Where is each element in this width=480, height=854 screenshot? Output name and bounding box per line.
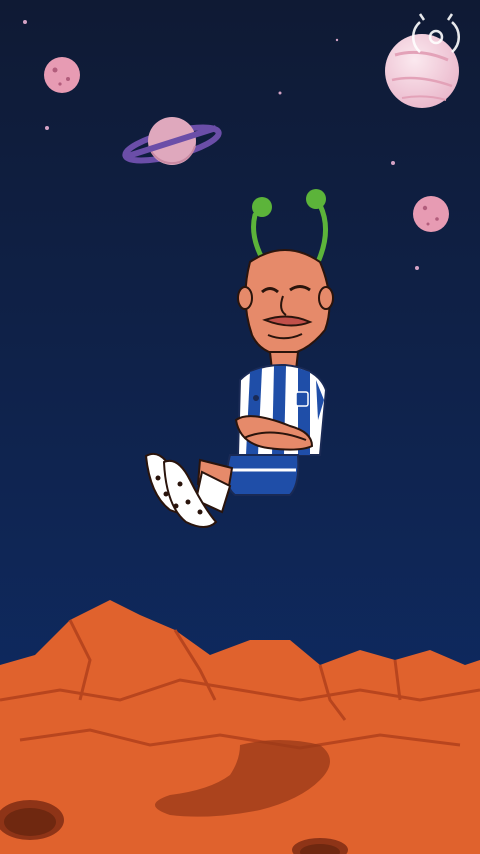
scene-canvas <box>0 0 480 854</box>
pink-planet-small <box>44 57 80 93</box>
pink-planet-right <box>413 196 449 232</box>
pale-moon <box>385 34 459 108</box>
cartoon-scene <box>0 0 480 854</box>
